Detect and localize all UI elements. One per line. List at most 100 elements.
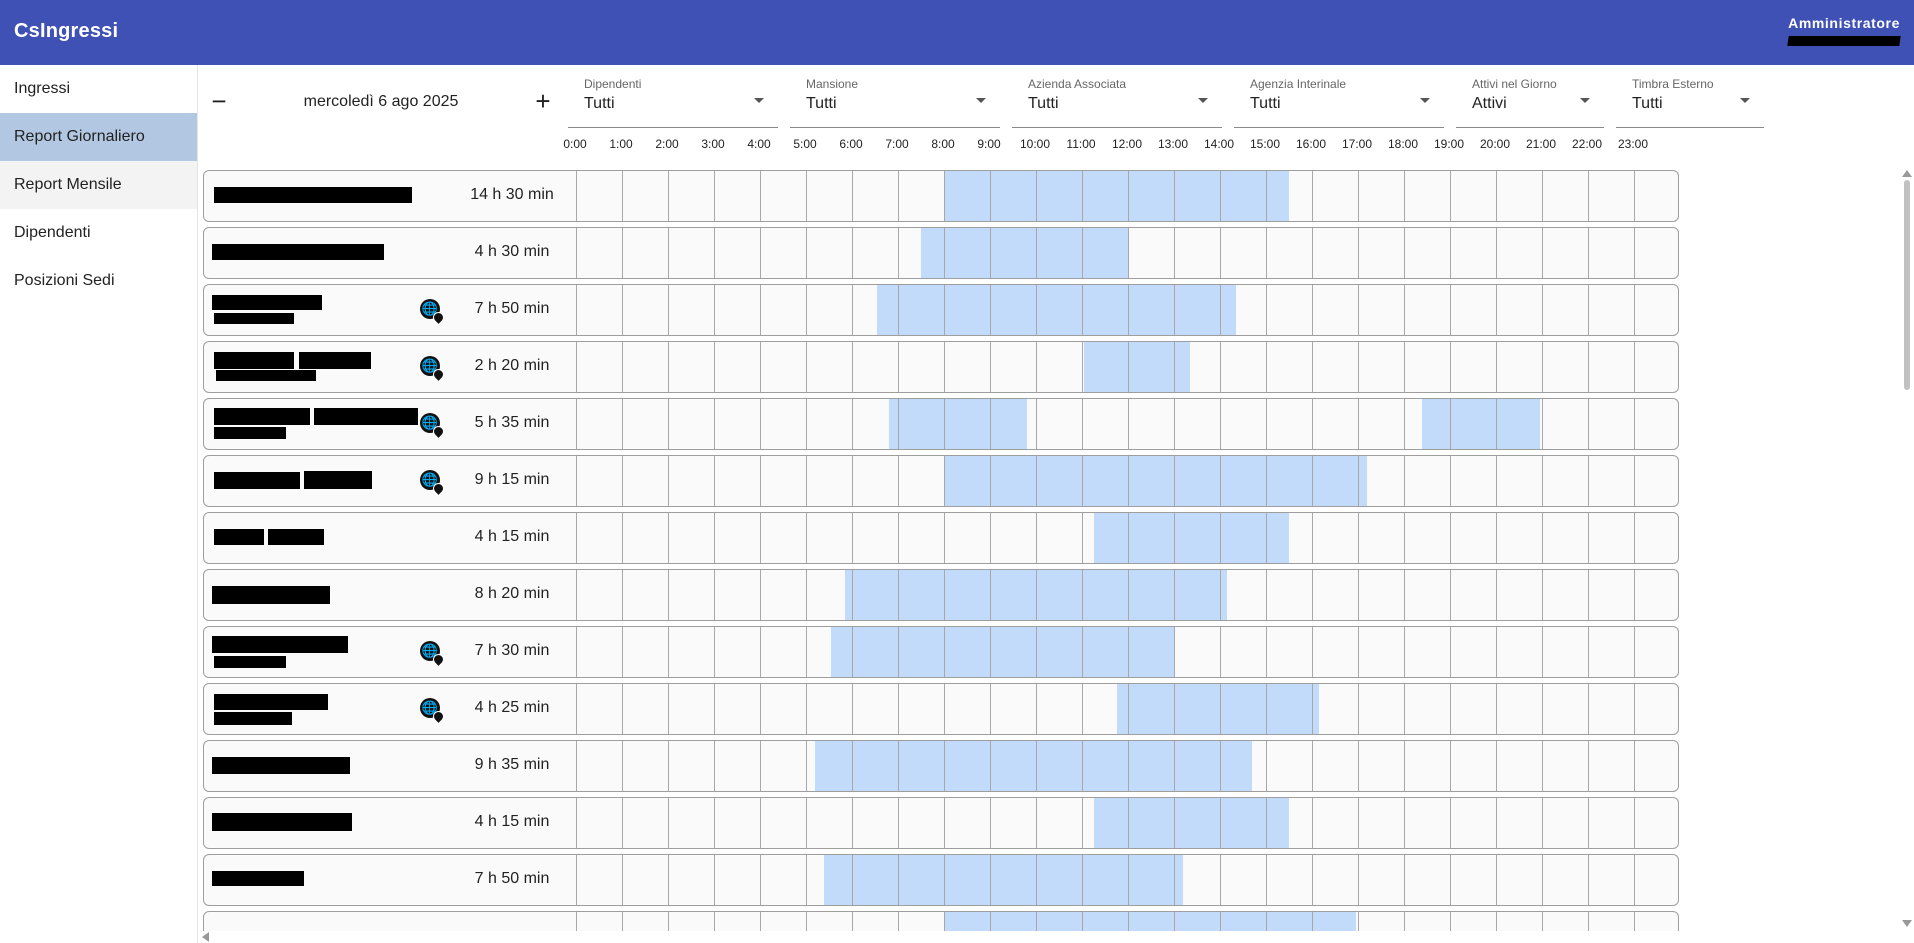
hour-cell [1450, 627, 1496, 677]
hour-cell [1220, 513, 1266, 563]
hour-cell [622, 912, 668, 931]
scrollbar-thumb[interactable] [1904, 180, 1910, 390]
employee-row[interactable]: 🌐 5 h 35 min [203, 398, 1679, 450]
hour-cell [714, 228, 760, 278]
employee-row[interactable]: 🌐 7 h 30 min [203, 626, 1679, 678]
hour-cell [1036, 342, 1082, 392]
vertical-scrollbar[interactable] [1900, 170, 1914, 935]
hour-cell [1220, 171, 1266, 221]
employee-row[interactable]: 14 h 30 min [203, 170, 1679, 222]
employee-row[interactable]: 🌐 7 h 50 min [203, 284, 1679, 336]
hour-cell [1588, 912, 1634, 931]
hour-label: 14:00 [1203, 137, 1235, 151]
previous-day-button[interactable]: − [204, 87, 234, 117]
hour-cell [1588, 228, 1634, 278]
hour-cell [1542, 570, 1588, 620]
hour-cell [576, 456, 622, 506]
scroll-left-arrow-icon[interactable] [202, 932, 209, 942]
hour-cell [944, 741, 990, 791]
hour-cell [1036, 855, 1082, 905]
employee-row[interactable] [203, 911, 1679, 931]
hour-label: 18:00 [1387, 137, 1419, 151]
hour-cell [760, 171, 806, 221]
hour-cell [760, 627, 806, 677]
hour-grid [576, 798, 1678, 848]
employee-row[interactable]: 4 h 30 min [203, 227, 1679, 279]
hour-label: 8:00 [931, 137, 955, 151]
employee-name-redacted [214, 656, 286, 668]
hour-label: 16:00 [1295, 137, 1327, 151]
hour-grid [576, 684, 1678, 734]
hour-cell [1128, 228, 1174, 278]
employee-row[interactable]: 4 h 15 min [203, 512, 1679, 564]
hour-cell [1358, 399, 1404, 449]
employee-name-redacted [214, 352, 294, 369]
hour-cell [852, 855, 898, 905]
employee-row[interactable]: 8 h 20 min [203, 569, 1679, 621]
next-day-button[interactable]: + [528, 87, 558, 117]
hour-grid [576, 741, 1678, 791]
employee-name-redacted [214, 313, 294, 324]
employee-row[interactable]: 🌐 4 h 25 min [203, 683, 1679, 735]
employee-row[interactable]: 🌐 9 h 15 min [203, 455, 1679, 507]
scroll-down-arrow-icon[interactable] [1902, 920, 1912, 927]
filter-timbra-esterno[interactable]: Timbra Esterno Tutti [1616, 71, 1764, 128]
filter-mansione[interactable]: Mansione Tutti [790, 71, 1000, 128]
hour-label: 7:00 [885, 137, 909, 151]
dropdown-caret-icon [754, 98, 764, 103]
hour-cell [806, 342, 852, 392]
employee-row[interactable]: 9 h 35 min [203, 740, 1679, 792]
employee-row[interactable]: 7 h 50 min [203, 854, 1679, 906]
hour-cell [1634, 684, 1678, 734]
hour-cell [1312, 684, 1358, 734]
hour-cell [714, 171, 760, 221]
sidebar-item-posizioni-sedi[interactable]: Posizioni Sedi [0, 257, 197, 305]
sidebar-item-ingressi[interactable]: Ingressi [0, 65, 197, 113]
hour-cell [1404, 513, 1450, 563]
employee-name-area: 🌐 9 h 15 min [204, 456, 576, 506]
hour-cell [1588, 855, 1634, 905]
hour-cell [944, 513, 990, 563]
employee-name-redacted [214, 529, 264, 545]
filter-azienda-associata[interactable]: Azienda Associata Tutti [1012, 71, 1222, 128]
user-menu[interactable]: Amministratore [1787, 15, 1901, 46]
scroll-up-arrow-icon[interactable] [1902, 170, 1912, 177]
hour-cell [1358, 171, 1404, 221]
hour-cell [1404, 570, 1450, 620]
hour-cell [1220, 684, 1266, 734]
hour-cell [990, 513, 1036, 563]
hour-cell [1358, 228, 1404, 278]
hour-cell [898, 855, 944, 905]
app-title[interactable]: CsIngressi [14, 20, 118, 43]
hour-cell [1082, 855, 1128, 905]
hour-label: 5:00 [793, 137, 817, 151]
hour-label: 15:00 [1249, 137, 1281, 151]
hour-cell [1588, 627, 1634, 677]
hour-cell [1312, 912, 1358, 931]
sidebar-item-dipendenti[interactable]: Dipendenti [0, 209, 197, 257]
sidebar-item-report-giornaliero[interactable]: Report Giornaliero [0, 113, 197, 161]
filter-attivi-nel-giorno[interactable]: Attivi nel Giorno Attivi [1456, 71, 1604, 128]
hour-cell [1174, 570, 1220, 620]
filter-agenzia-interinale[interactable]: Agenzia Interinale Tutti [1234, 71, 1444, 128]
worked-duration: 8 h 20 min [474, 585, 550, 602]
employee-name-redacted [304, 471, 372, 489]
worked-duration: 4 h 15 min [474, 528, 550, 545]
employee-row[interactable]: 4 h 15 min [203, 797, 1679, 849]
hour-cell [1542, 171, 1588, 221]
employee-name-area: 9 h 35 min [204, 741, 576, 791]
hour-label: 23:00 [1617, 137, 1649, 151]
hour-cell [806, 513, 852, 563]
hour-cell [714, 513, 760, 563]
hour-cell [668, 741, 714, 791]
hour-cell [1220, 399, 1266, 449]
employee-name-area: 🌐 7 h 30 min [204, 627, 576, 677]
hour-cell [1266, 456, 1312, 506]
dropdown-caret-icon [1740, 98, 1750, 103]
filter-dipendenti[interactable]: Dipendenti Tutti [568, 71, 778, 128]
hour-cell [1496, 285, 1542, 335]
hour-cell [1220, 342, 1266, 392]
hour-cell [714, 570, 760, 620]
employee-row[interactable]: 🌐 2 h 20 min [203, 341, 1679, 393]
sidebar-item-report-mensile[interactable]: Report Mensile [0, 161, 197, 209]
